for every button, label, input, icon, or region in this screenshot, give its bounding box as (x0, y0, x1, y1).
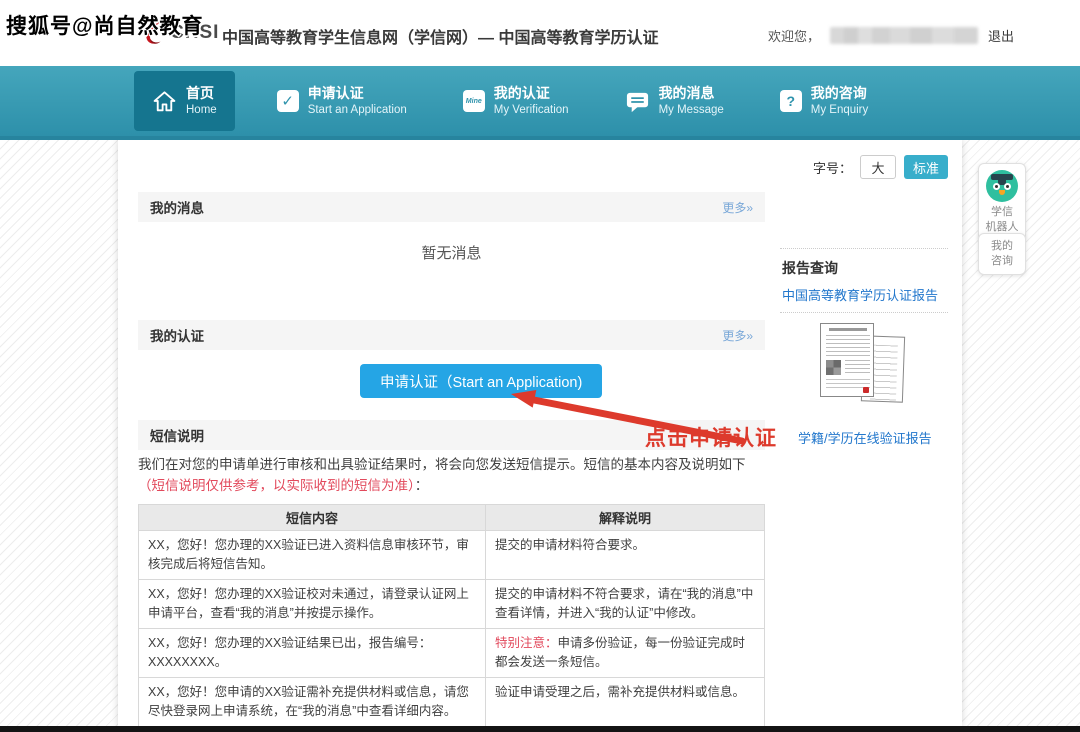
main-content-panel: 我的消息 更多» 暂无消息 我的认证 更多» 申请认证（Start an App… (118, 140, 962, 726)
question-square-icon: ? (780, 90, 802, 112)
my-messages-title: 我的消息 (150, 197, 204, 217)
nav-tab-home[interactable]: 首页 Home (134, 71, 235, 131)
explain-cell: 提交的申请材料不符合要求，请在“我的消息”中查看详情，并进入“我的认证”中修改。 (486, 580, 765, 629)
page: CHSI 中国高等教育学生信息网（学信网）— 中国高等教育学历认证 欢迎您， 退… (0, 0, 1080, 732)
bottom-black-bar (0, 726, 1080, 732)
table-row: XX，您好！您办理的XX验证已进入资料信息审核环节，审核完成后将短信告知。 提交… (139, 531, 765, 580)
nav-tab-my-verification[interactable]: Mine 我的认证 My Verification (449, 75, 583, 127)
robot-label-line1: 学信 (981, 205, 1023, 220)
logout-link[interactable]: 退出 (988, 26, 1014, 45)
nav-home-zh: 首页 (186, 85, 217, 103)
font-size-standard-button[interactable]: 标准 (904, 155, 948, 179)
nav-verif-zh: 我的认证 (494, 85, 569, 103)
font-size-control: 字号： 大 标准 (780, 155, 948, 179)
sms-intro-colon: ： (415, 478, 429, 493)
my-messages-more-link[interactable]: 更多» (722, 199, 753, 216)
user-name-redacted (830, 27, 978, 44)
sms-cell: XX，您好！您申请的XX验证需补充提供材料或信息，请您尽快登录网上申请系统，在“… (139, 678, 486, 727)
font-size-label: 字号： (813, 158, 852, 177)
explain-cell: 提交的申请材料符合要求。 (486, 531, 765, 580)
report-document-thumbnail[interactable] (810, 323, 920, 418)
section-my-verification-header: 我的认证 更多» (138, 320, 765, 350)
my-verification-more-link[interactable]: 更多» (722, 327, 753, 344)
home-icon (152, 89, 177, 114)
nav-verif-en: My Verification (494, 103, 569, 117)
my-verification-title: 我的认证 (150, 325, 204, 345)
annotation-text: 点击申请认证 (645, 422, 777, 452)
welcome-label: 欢迎您， (768, 26, 820, 45)
nav-apply-en: Start an Application (308, 103, 407, 117)
document-page-front (820, 323, 874, 397)
col-header-explanation: 解释说明 (486, 505, 765, 531)
degree-report-link[interactable]: 中国高等教育学历认证报告 (782, 285, 938, 304)
sms-intro-red-note: （短信说明仅供参考，以实际收到的短信为准） (138, 478, 415, 493)
table-row: XX，您好！您办理的XX验证结果已出，报告编号：XXXXXXXX。 特别注意：申… (139, 629, 765, 678)
right-sidebar: 字号： 大 标准 报告查询 中国高等教育学历认证报告 学籍/学历在线验证报告 (780, 140, 952, 726)
nav-msg-en: My Message (659, 103, 724, 117)
explain-cell: 特别注意：申请多份验证，每一份验证完成时都会发送一条短信。 (486, 629, 765, 678)
main-nav: 首页 Home ✓ 申请认证 Start an Application Mine (0, 66, 1080, 140)
sms-intro-paragraph: 我们在对您的申请单进行审核和出具验证结果时，将会向您发送短信提示。短信的基本内容… (138, 454, 765, 496)
site-title: 中国高等教育学生信息网（学信网）— 中国高等教育学历认证 (222, 24, 658, 48)
qr-code-icon (826, 360, 841, 375)
table-row: XX，您好！您办理的XX验证校对未通过，请登录认证网上申请平台，查看“我的消息”… (139, 580, 765, 629)
font-size-large-button[interactable]: 大 (860, 155, 896, 179)
message-bubble-icon (625, 89, 650, 114)
divider (780, 248, 948, 249)
start-application-button[interactable]: 申请认证（Start an Application) (360, 364, 602, 398)
robot-avatar-icon (986, 170, 1018, 202)
sms-cell: XX，您好！您办理的XX验证校对未通过，请登录认证网上申请平台，查看“我的消息”… (139, 580, 486, 629)
nav-msg-zh: 我的消息 (659, 85, 724, 103)
nav-tab-my-enquiry[interactable]: ? 我的咨询 My Enquiry (766, 75, 883, 127)
table-header-row: 短信内容 解释说明 (139, 505, 765, 531)
table-row: XX，您好！您申请的XX验证需补充提供材料或信息，请您尽快登录网上申请系统，在“… (139, 678, 765, 727)
sms-table: 短信内容 解释说明 XX，您好！您办理的XX验证已进入资料信息审核环节，审核完成… (138, 504, 765, 727)
enquiry-label-line2: 咨询 (981, 254, 1023, 269)
mine-icon: Mine (463, 90, 485, 112)
section-my-messages-header: 我的消息 更多» (138, 192, 765, 222)
explain-cell: 验证申请受理之后，需补充提供材料或信息。 (486, 678, 765, 727)
my-enquiry-widget[interactable]: 我的 咨询 (978, 233, 1026, 275)
sms-intro-text: 我们在对您的申请单进行审核和出具验证结果时，将会向您发送短信提示。短信的基本内容… (138, 457, 746, 472)
nav-enq-en: My Enquiry (811, 103, 869, 117)
divider (780, 312, 948, 313)
chsi-robot-widget[interactable]: 学信 机器人 (978, 163, 1026, 241)
watermark-text: 搜狐号@尚自然教育 (6, 10, 203, 40)
no-messages-text: 暂无消息 (138, 242, 765, 263)
welcome-area: 欢迎您， 退出 (768, 26, 1014, 45)
sms-cell: XX，您好！您办理的XX验证已进入资料信息审核环节，审核完成后将短信告知。 (139, 531, 486, 580)
enquiry-label-line1: 我的 (981, 239, 1023, 254)
nav-tab-my-message[interactable]: 我的消息 My Message (611, 75, 738, 127)
nav-home-en: Home (186, 103, 217, 117)
sms-cell: XX，您好！您办理的XX验证结果已出，报告编号：XXXXXXXX。 (139, 629, 486, 678)
sms-title: 短信说明 (150, 425, 204, 445)
nav-enq-zh: 我的咨询 (811, 85, 869, 103)
check-square-icon: ✓ (277, 90, 299, 112)
online-verification-report-link[interactable]: 学籍/学历在线验证报告 (798, 428, 932, 447)
nav-apply-zh: 申请认证 (308, 85, 407, 103)
red-seal-icon (863, 387, 869, 393)
nav-tab-start-application[interactable]: ✓ 申请认证 Start an Application (263, 75, 421, 127)
col-header-sms-content: 短信内容 (139, 505, 486, 531)
special-note-label: 特别注意： (495, 636, 558, 650)
report-query-title: 报告查询 (782, 258, 838, 278)
